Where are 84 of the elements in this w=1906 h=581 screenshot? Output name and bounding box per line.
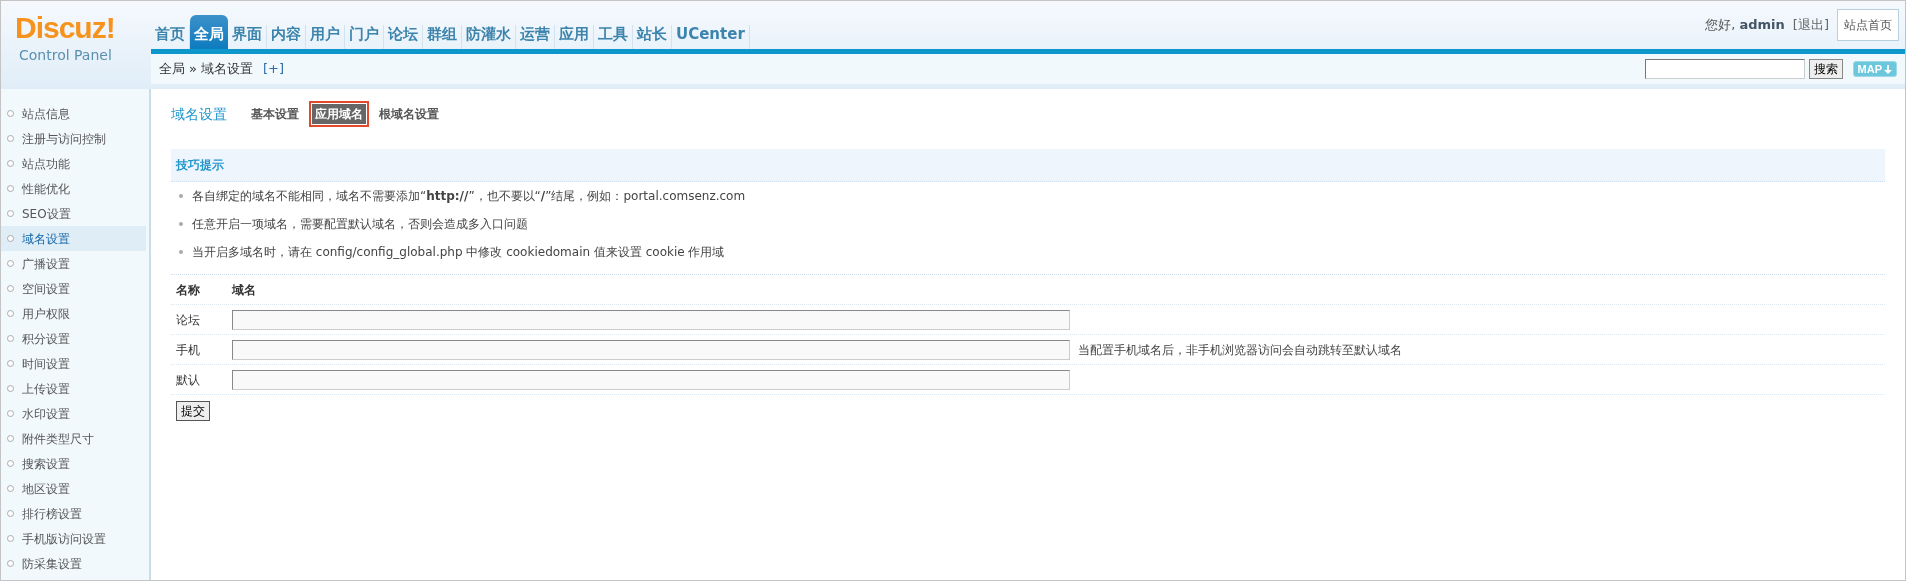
sidebar-item[interactable]: 时间设置 <box>1 351 146 376</box>
bullet-icon <box>7 210 14 217</box>
breadcrumb-link[interactable]: 全局 <box>159 59 185 79</box>
nav-tab[interactable]: 站长 <box>633 25 672 49</box>
sidebar-item[interactable]: 广播设置 <box>1 251 146 276</box>
bullet-icon <box>7 310 14 317</box>
sidebar-item[interactable]: 站点功能 <box>1 151 146 176</box>
breadcrumb-separator: » <box>189 60 197 79</box>
bullet-icon <box>7 460 14 467</box>
sidebar-item[interactable]: 域名设置 <box>1 226 146 251</box>
tip-text: 当开启多域名时，请在 config/config_global.php 中修改 cookiedomain 值来设置 cookie 作用域 <box>192 244 725 261</box>
nav-tab[interactable]: 界面 <box>228 25 267 49</box>
sidebar-item[interactable]: 性能优化 <box>1 176 146 201</box>
sidebar-item[interactable]: 站点信息 <box>1 101 146 126</box>
sidebar-item[interactable]: SEO设置 <box>1 201 146 226</box>
nav-tab[interactable]: 运营 <box>516 25 555 49</box>
submit-button[interactable]: 提交 <box>176 401 210 421</box>
bullet-icon <box>7 285 14 292</box>
bullet-icon <box>179 250 183 254</box>
page-title: 域名设置 <box>171 104 227 124</box>
nav-tab[interactable]: 门户 <box>345 25 384 49</box>
bullet-icon <box>7 335 14 342</box>
domain-field[interactable] <box>232 339 1070 360</box>
sidebar-item[interactable]: 空间设置 <box>1 276 146 301</box>
page-tab[interactable]: 基本设置 <box>245 101 305 127</box>
bullet-icon <box>7 535 14 542</box>
bullet-icon <box>7 410 14 417</box>
bullet-icon <box>7 560 14 567</box>
page-tab[interactable]: 根域名设置 <box>373 101 445 127</box>
logout-link[interactable]: [退出] <box>1792 15 1829 35</box>
bullet-icon <box>7 435 14 442</box>
column-header: 域名 <box>232 281 256 299</box>
breadcrumb-current: 域名设置 <box>200 60 253 79</box>
sidebar-item[interactable]: 用户权限 <box>1 301 146 326</box>
nav-tab[interactable]: 工具 <box>594 25 633 49</box>
sidebar-item[interactable]: 搜索设置 <box>1 451 146 476</box>
row-label: 手机 <box>175 341 201 359</box>
bullet-icon <box>7 360 14 367</box>
search-field[interactable] <box>1644 59 1805 79</box>
tips-heading: 技巧提示 <box>171 149 1885 182</box>
bullet-icon <box>7 135 14 142</box>
tip-text: 各自绑定的域名不能相同，域名不需要添加“http://”，也不要以“/”结尾，例如：portal.comsenz.com <box>192 188 746 205</box>
bullet-icon <box>7 110 14 117</box>
down-arrow-icon <box>1884 64 1892 74</box>
sidebar-item[interactable]: 上传设置 <box>1 376 146 401</box>
sidebar-item[interactable]: 水印设置 <box>1 401 146 426</box>
sidebar-item[interactable]: 手机版访问设置 <box>1 526 146 551</box>
bullet-icon <box>179 222 183 226</box>
column-header: 名称 <box>175 281 201 299</box>
bullet-icon <box>7 160 14 167</box>
nav-tab[interactable]: 论坛 <box>384 25 423 49</box>
sidebar-item[interactable]: 注册与访问控制 <box>1 126 146 151</box>
bullet-icon <box>7 235 14 242</box>
hint-text: 当配置手机域名后，非手机浏览器访问会自动跳转至默认域名 <box>1078 341 1402 359</box>
nav-tab[interactable]: UCenter <box>672 25 750 49</box>
domain-field[interactable] <box>232 369 1070 390</box>
row-label: 默认 <box>175 371 201 389</box>
site-home-button[interactable]: 站点首页 <box>1837 9 1899 41</box>
search-button[interactable]: 搜索 <box>1808 59 1843 79</box>
logo-subtitle: Control Panel <box>18 46 113 65</box>
bullet-icon <box>7 185 14 192</box>
add-shortcut-link[interactable]: [+] <box>262 59 284 79</box>
page-tab[interactable]: 应用域名 <box>309 101 369 127</box>
sidebar-item[interactable]: 积分设置 <box>1 326 146 351</box>
bullet-icon <box>7 485 14 492</box>
greeting-text: 您好, admin <box>1705 16 1785 35</box>
row-label: 论坛 <box>175 311 201 329</box>
nav-tab[interactable]: 用户 <box>306 25 345 49</box>
nav-tab[interactable]: 内容 <box>267 25 306 49</box>
sidebar-item[interactable]: 防采集设置 <box>1 551 146 576</box>
nav-tab[interactable]: 全局 <box>190 15 228 49</box>
nav-tab[interactable]: 群组 <box>423 25 462 49</box>
nav-tab[interactable]: 应用 <box>555 25 594 49</box>
bullet-icon <box>179 194 183 198</box>
bullet-icon <box>7 510 14 517</box>
logo-text: Discuz! <box>15 13 116 43</box>
sidebar-item[interactable]: 地区设置 <box>1 476 146 501</box>
bullet-icon <box>7 385 14 392</box>
domain-field[interactable] <box>232 309 1070 330</box>
nav-tab[interactable]: 防灌水 <box>462 25 516 49</box>
bullet-icon <box>7 260 14 267</box>
sidebar-item[interactable]: 附件类型尺寸 <box>1 426 146 451</box>
tip-text: 任意开启一项域名，需要配置默认域名，否则会造成多入口问题 <box>192 216 528 233</box>
sidebar-item[interactable]: 排行榜设置 <box>1 501 146 526</box>
